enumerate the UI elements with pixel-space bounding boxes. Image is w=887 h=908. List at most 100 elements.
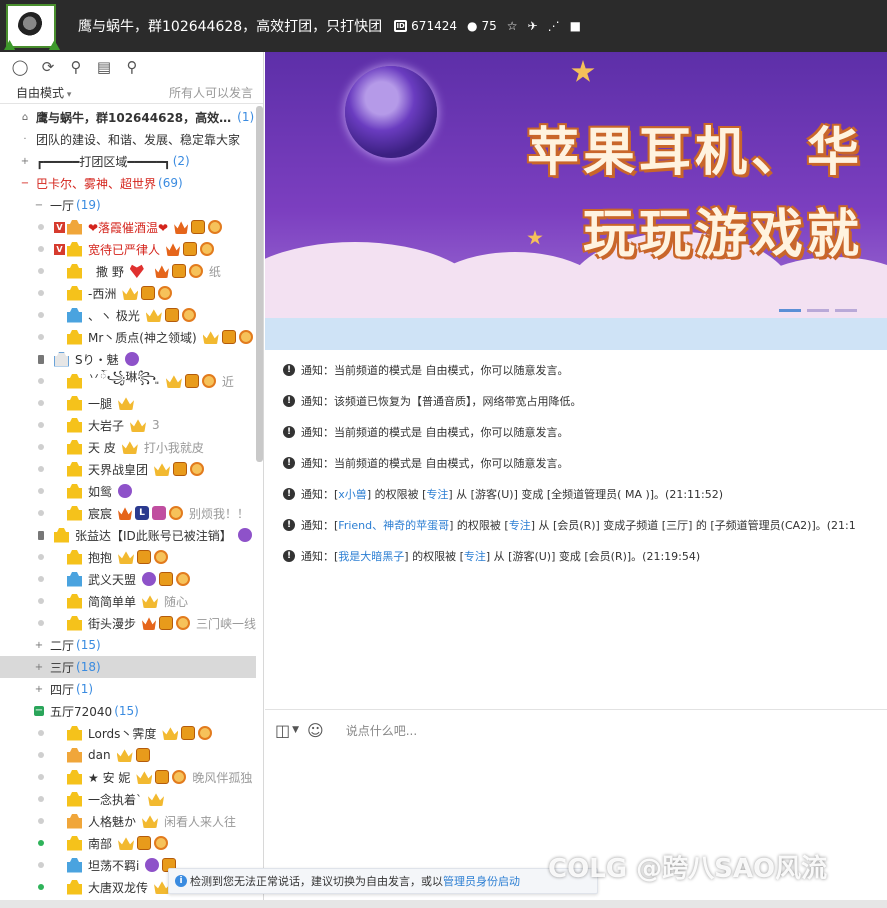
expand-icon[interactable]: + [34, 662, 44, 673]
collapse-icon[interactable]: − [34, 706, 44, 716]
mobile-icon [38, 354, 44, 364]
user-row[interactable]: 大岩子 3 [0, 414, 256, 436]
ad-banner[interactable]: 苹果耳机、华 玩玩游戏就 [265, 52, 887, 318]
channel-item[interactable]: + ┏━━━━━打团区域━━━━━┓ (2) [0, 150, 256, 172]
star-icon [571, 60, 595, 82]
collapse-icon[interactable]: − [34, 200, 44, 211]
user-row[interactable]: 天界战皇团 [0, 458, 256, 480]
user-link[interactable]: 我是大暗黑子 [338, 548, 404, 564]
airplane-icon[interactable]: ✈ [528, 19, 538, 33]
user-row[interactable]: 街头漫步 三门峡一线 [0, 612, 256, 634]
purple-badge-icon [145, 858, 160, 872]
yb-badge-icon [191, 220, 206, 234]
user-row[interactable]: V ❤落霞催酒温❤ [0, 216, 256, 238]
expand-icon[interactable]: + [34, 640, 44, 651]
favorite-star-icon[interactable]: ☆ [507, 19, 518, 33]
emoji-translate-icon[interactable]: ☺ [307, 721, 324, 740]
mode-dropdown[interactable]: 自由模式 [16, 84, 71, 101]
avatar [67, 417, 82, 433]
crown-icon [142, 595, 159, 608]
user-row[interactable]: 撒 野 纸 [0, 260, 256, 282]
channel-root[interactable]: ⌂ 鹰与蜗牛，群102644628，高效… (1) [0, 106, 256, 128]
notes-icon[interactable]: ▤ [94, 57, 114, 77]
room-id: 671424 [411, 19, 457, 33]
expand-icon[interactable]: + [20, 156, 30, 167]
user-profile-icon[interactable]: ◯ [10, 57, 30, 77]
online-count: 75 [481, 19, 497, 33]
star-icon [527, 230, 543, 245]
share-icon[interactable]: ⋰ [548, 19, 560, 33]
avatar [67, 219, 82, 235]
location-pin-icon[interactable]: ⚲ [66, 57, 86, 77]
yb-badge-icon [159, 572, 174, 586]
collapse-icon[interactable]: − [20, 178, 30, 189]
user-row[interactable]: 、ヽ 极光 [0, 304, 256, 326]
user-row[interactable]: 宸宸 L 别烦我！！ [0, 502, 256, 524]
user-row[interactable]: -西洲 [0, 282, 256, 304]
sub-channel-hall1[interactable]: − 一厅 (19) [0, 194, 256, 216]
user-row[interactable]: 南部 [0, 832, 256, 854]
home-icon: ⌂ [21, 111, 29, 123]
user-row[interactable]: 一念执着` [0, 788, 256, 810]
coin-icon [238, 330, 253, 344]
purple-badge-icon [118, 484, 133, 498]
channel-item[interactable]: − 巴卡尔、雾神、超世界 (69) [0, 172, 256, 194]
user-row[interactable]: 抱抱 [0, 546, 256, 568]
banner-headline-2: 玩玩游戏就 [583, 205, 864, 265]
user-row[interactable]: 天 皮 打小我就皮 [0, 436, 256, 458]
carousel-indicator[interactable] [779, 309, 857, 312]
user-row[interactable]: Lords丶霁度 [0, 722, 256, 744]
crown-icon [118, 397, 135, 410]
user-row[interactable]: dan [0, 744, 256, 766]
user-icon: ● [466, 19, 478, 33]
gamepad-icon[interactable]: ◫ [275, 721, 290, 740]
user-row[interactable]: Sり・魅 [0, 348, 256, 370]
user-link[interactable]: Friend、神奇的苹蛋哥 [338, 517, 449, 533]
sub-channel-hall2[interactable]: + 二厅 (15) [0, 634, 256, 656]
search-icon[interactable]: ⚲ [122, 57, 142, 77]
coin-icon [176, 616, 191, 630]
crown-icon [154, 463, 171, 476]
coin-icon [208, 220, 223, 234]
avatar [67, 505, 82, 521]
sidebar-scrollbar[interactable] [256, 106, 263, 462]
crown-icon [136, 771, 153, 784]
report-shield-icon[interactable]: ■ [570, 19, 581, 33]
user-link[interactable]: 专注 [426, 486, 448, 502]
user-link[interactable]: 专注 [464, 548, 486, 564]
user-row[interactable]: 一腿 [0, 392, 256, 414]
coin-icon [169, 506, 184, 520]
expand-icon[interactable]: + [34, 684, 44, 695]
user-row[interactable]: Mr丶质点(神之领域) [0, 326, 256, 348]
yb-badge-icon [183, 242, 198, 256]
user-row[interactable]: ★ 安 妮 晚风伴孤独 [0, 766, 256, 788]
yb-badge-icon [135, 748, 150, 762]
channel-logo[interactable] [6, 4, 56, 48]
alert-icon: ! [283, 487, 295, 500]
refresh-icon[interactable]: ⟳ [38, 57, 58, 77]
user-link[interactable]: 专注 [509, 517, 531, 533]
channel-item[interactable]: · 团队的建设、和谐、发展、稳定靠大家 [0, 128, 256, 150]
user-row[interactable]: 人格魅か 闲看人来人往 [0, 810, 256, 832]
user-row[interactable]: 如鸳 [0, 480, 256, 502]
admin-launch-link[interactable]: 管理员身份启动 [443, 873, 520, 889]
speaking-indicator [38, 884, 44, 890]
user-row[interactable]: 丷ོ꧁琳꧂ ͈ 近 [0, 370, 256, 392]
bullet-icon: · [23, 133, 27, 145]
chevron-down-icon[interactable]: ▼ [292, 725, 299, 735]
sub-channel-hall4[interactable]: + 四厅 (1) [0, 678, 256, 700]
user-link[interactable]: x小兽 [338, 486, 367, 502]
heart-icon [129, 264, 144, 278]
avatar [67, 285, 82, 301]
sub-channel-hall3[interactable]: + 三厅 (18) [0, 656, 256, 678]
chat-input[interactable]: 说点什么吧... [346, 722, 417, 739]
yb-badge-icon [137, 836, 152, 850]
crown-icon [121, 441, 138, 454]
mobile-icon [38, 530, 44, 540]
user-row[interactable]: 武义天盟 [0, 568, 256, 590]
notice-message: ! 通知：[Friend、神奇的苹蛋哥] 的权限被 [专注] 从 [会员(R)]… [283, 509, 887, 540]
user-row[interactable]: 简简单单 随心 [0, 590, 256, 612]
user-row[interactable]: V 宽待已严律人 [0, 238, 256, 260]
sub-channel-hall5[interactable]: − 五厅72040 (15) [0, 700, 256, 722]
user-row[interactable]: 张益达【ID此账号已被注销】 [0, 524, 256, 546]
